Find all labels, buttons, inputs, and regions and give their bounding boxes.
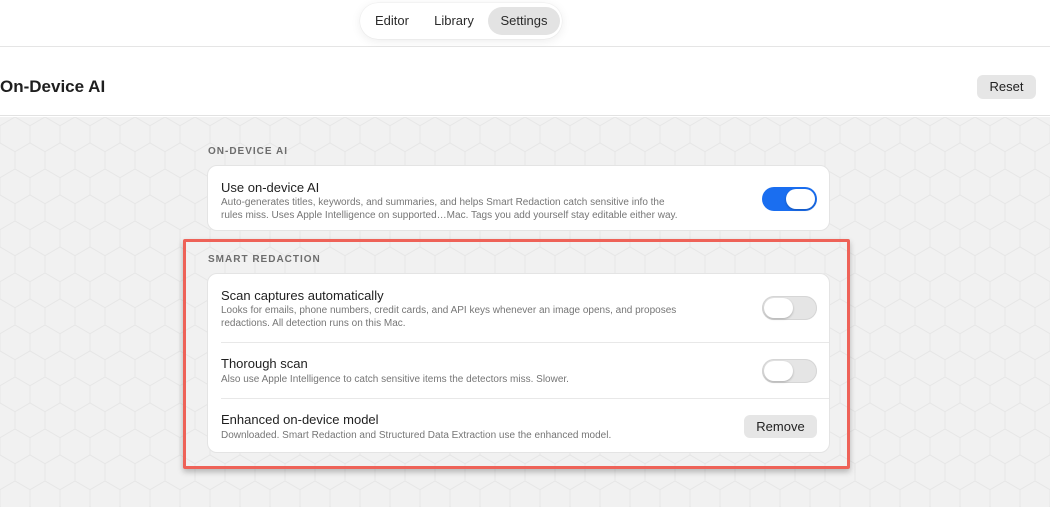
view-segmented-control: Editor Library Settings [360,3,562,39]
reset-button[interactable]: Reset [977,75,1036,99]
tab-library[interactable]: Library [422,7,486,35]
section-label-on-device-ai: ON-DEVICE AI [208,146,288,157]
use-on-device-ai-toggle[interactable] [762,187,817,211]
page-title: On-Device AI [0,77,106,96]
page-header: On-Device AI Reset [0,47,1050,116]
use-on-device-ai-row: Use on-device AI Auto-generates titles, … [208,166,831,232]
toggle-knob [786,189,815,209]
top-bar: Editor Library Settings [0,0,1050,47]
on-device-ai-card: Use on-device AI Auto-generates titles, … [207,165,830,231]
use-on-device-ai-desc-line2: rules miss. Uses Apple Intelligence on s… [221,210,678,221]
tab-editor[interactable]: Editor [366,7,418,35]
use-on-device-ai-desc-line1: Auto-generates titles, keywords, and sum… [221,197,665,208]
use-on-device-ai-title: Use on-device AI [221,180,320,195]
tab-settings[interactable]: Settings [488,7,560,35]
highlight-annotation [183,239,850,469]
